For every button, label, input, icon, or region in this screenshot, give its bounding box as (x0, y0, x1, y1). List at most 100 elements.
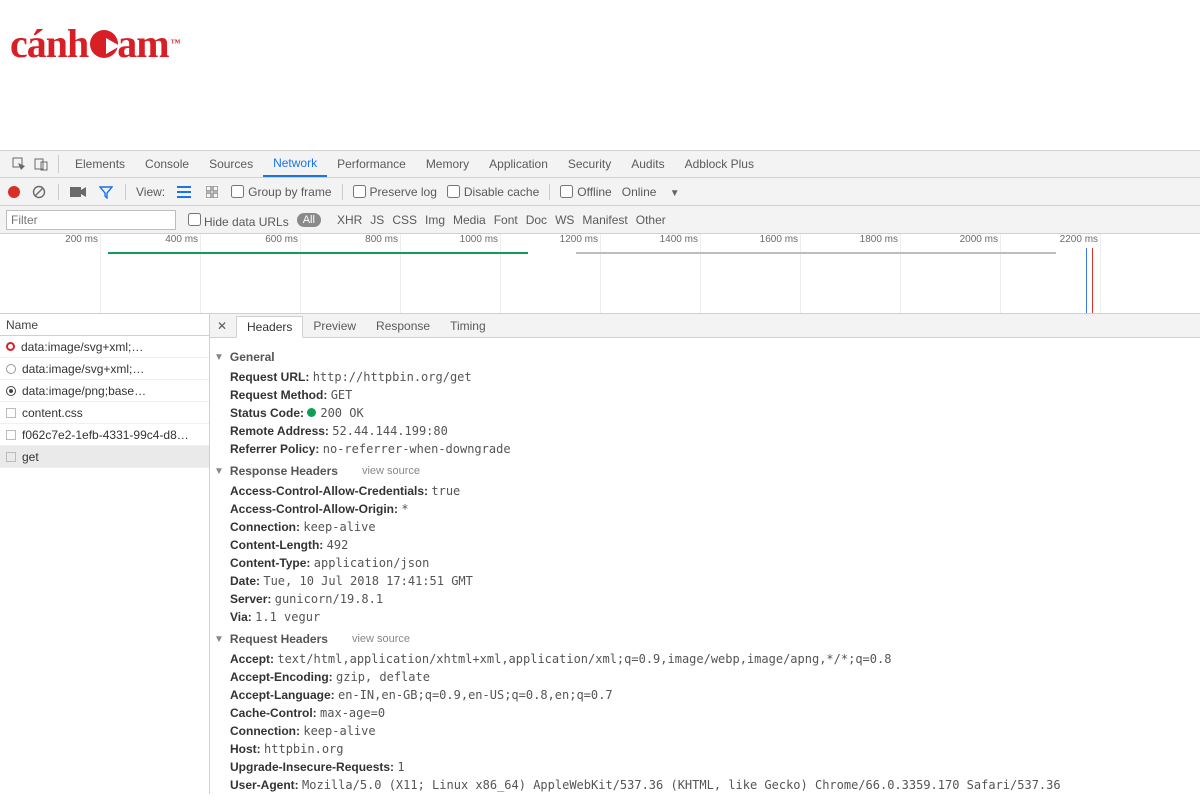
header-row: Content-Type: application/json (230, 554, 1190, 572)
view-list-icon[interactable] (175, 186, 193, 198)
disclosure-icon: ▼ (214, 466, 224, 477)
view-grid-icon[interactable] (203, 186, 221, 198)
tab-network[interactable]: Network (263, 151, 327, 177)
offline-checkbox[interactable]: Offline (560, 185, 611, 199)
section-general[interactable]: ▼General (214, 350, 1190, 364)
filter-input[interactable] (6, 210, 176, 230)
timeline-tick: 1600 ms (760, 234, 800, 245)
header-row: Accept-Encoding: gzip, deflate (230, 668, 1190, 686)
hide-data-urls-checkbox[interactable]: Hide data URLs (184, 210, 289, 229)
tab-adblock-plus[interactable]: Adblock Plus (675, 151, 764, 177)
tab-performance[interactable]: Performance (327, 151, 416, 177)
request-row[interactable]: data:image/png;base… (0, 380, 209, 402)
tab-application[interactable]: Application (479, 151, 558, 177)
header-row: Status Code: 200 OK (230, 404, 1190, 422)
header-row: Date: Tue, 10 Jul 2018 17:41:51 GMT (230, 572, 1190, 590)
header-row: Access-Control-Allow-Origin: * (230, 500, 1190, 518)
filter-type-js[interactable]: JS (370, 213, 384, 227)
request-type-icon (6, 408, 16, 418)
request-row[interactable]: get (0, 446, 209, 468)
filter-type-all[interactable]: All (297, 213, 321, 227)
header-row: Cache-Control: max-age=0 (230, 704, 1190, 722)
timeline-tick: 1200 ms (560, 234, 600, 245)
network-timeline[interactable]: 200 ms 400 ms 600 ms 800 ms 1000 ms 1200 ms 14… (0, 234, 1200, 314)
group-by-frame-checkbox[interactable]: Group by frame (231, 185, 331, 199)
header-row: Host: httpbin.org (230, 740, 1190, 758)
header-row: Connection: keep-alive (230, 722, 1190, 740)
throttling-select[interactable]: Online ▼ (622, 185, 680, 199)
disable-cache-checkbox[interactable]: Disable cache (447, 185, 539, 199)
header-row: Upgrade-Insecure-Requests: 1 (230, 758, 1190, 776)
view-source-link[interactable]: view source (362, 465, 420, 477)
detail-tabstrip: ✕ HeadersPreviewResponseTiming (210, 314, 1200, 338)
preserve-log-checkbox[interactable]: Preserve log (353, 185, 437, 199)
device-icon[interactable] (30, 151, 52, 177)
headers-panel: ▼GeneralRequest URL: http://httpbin.org/… (210, 338, 1200, 794)
filter-type-media[interactable]: Media (453, 213, 486, 227)
timeline-tick: 1800 ms (860, 234, 900, 245)
tab-audits[interactable]: Audits (621, 151, 674, 177)
filter-type-font[interactable]: Font (494, 213, 518, 227)
filter-type-css[interactable]: CSS (392, 213, 417, 227)
filter-type-other[interactable]: Other (636, 213, 666, 227)
filter-type-ws[interactable]: WS (555, 213, 574, 227)
header-row: Remote Address: 52.44.144.199:80 (230, 422, 1190, 440)
camera-icon[interactable] (69, 186, 87, 198)
header-row: Content-Length: 492 (230, 536, 1190, 554)
detail-tab-response[interactable]: Response (366, 314, 440, 337)
request-name: get (22, 450, 39, 464)
timeline-tick: 200 ms (65, 234, 100, 245)
disclosure-icon: ▼ (214, 352, 224, 363)
timeline-tick: 1000 ms (460, 234, 500, 245)
tab-security[interactable]: Security (558, 151, 621, 177)
filter-icon[interactable] (97, 185, 115, 199)
tab-memory[interactable]: Memory (416, 151, 479, 177)
detail-tab-timing[interactable]: Timing (440, 314, 496, 337)
timeline-tick: 1400 ms (660, 234, 700, 245)
section-response[interactable]: ▼Response Headersview source (214, 464, 1190, 478)
filter-type-doc[interactable]: Doc (526, 213, 547, 227)
clear-icon[interactable] (30, 185, 48, 199)
request-list: Name data:image/svg+xml;… data:image/svg+… (0, 314, 210, 794)
header-row: Accept: text/html,application/xhtml+xml,… (230, 650, 1190, 668)
tab-console[interactable]: Console (135, 151, 199, 177)
request-row[interactable]: data:image/svg+xml;… (0, 336, 209, 358)
brand-logo: cánh am ™ (10, 20, 180, 67)
brand-text-a: cánh (10, 20, 88, 67)
brand-text-b: am (117, 20, 168, 67)
timeline-tick: 400 ms (165, 234, 200, 245)
view-label: View: (136, 185, 165, 199)
request-row[interactable]: data:image/svg+xml;… (0, 358, 209, 380)
request-type-icon (6, 452, 16, 462)
timeline-tick: 600 ms (265, 234, 300, 245)
request-row[interactable]: f062c7e2-1efb-4331-99c4-d8… (0, 424, 209, 446)
request-name: data:image/svg+xml;… (21, 340, 143, 354)
record-button[interactable] (8, 186, 20, 198)
disclosure-icon: ▼ (214, 634, 224, 645)
view-source-link[interactable]: view source (352, 633, 410, 645)
filter-type-img[interactable]: Img (425, 213, 445, 227)
timeline-tick: 800 ms (365, 234, 400, 245)
devtools-tabstrip: ElementsConsoleSourcesNetworkPerformance… (0, 150, 1200, 178)
filter-type-manifest[interactable]: Manifest (582, 213, 627, 227)
request-type-icon (6, 430, 16, 440)
tab-elements[interactable]: Elements (65, 151, 135, 177)
filter-type-xhr[interactable]: XHR (337, 213, 362, 227)
timeline-tick: 2200 ms (1060, 234, 1100, 245)
inspect-icon[interactable] (8, 151, 30, 177)
close-details-button[interactable]: ✕ (210, 314, 234, 337)
request-type-icon (6, 364, 16, 374)
section-request[interactable]: ▼Request Headersview source (214, 632, 1190, 646)
request-type-icon (6, 342, 15, 351)
detail-tab-headers[interactable]: Headers (236, 316, 303, 338)
header-row: Referrer Policy: no-referrer-when-downgr… (230, 440, 1190, 458)
detail-tab-preview[interactable]: Preview (303, 314, 366, 337)
network-toolbar: View: Group by frame Preserve log Disabl… (0, 178, 1200, 206)
header-row: Server: gunicorn/19.8.1 (230, 590, 1190, 608)
request-row[interactable]: content.css (0, 402, 209, 424)
request-name: data:image/png;base… (22, 384, 146, 398)
header-row: User-Agent: Mozilla/5.0 (X11; Linux x86_… (230, 776, 1190, 794)
tab-sources[interactable]: Sources (199, 151, 263, 177)
network-filterbar: Hide data URLs All XHR JS CSS Img Media Font D… (0, 206, 1200, 234)
request-list-header[interactable]: Name (0, 314, 209, 336)
